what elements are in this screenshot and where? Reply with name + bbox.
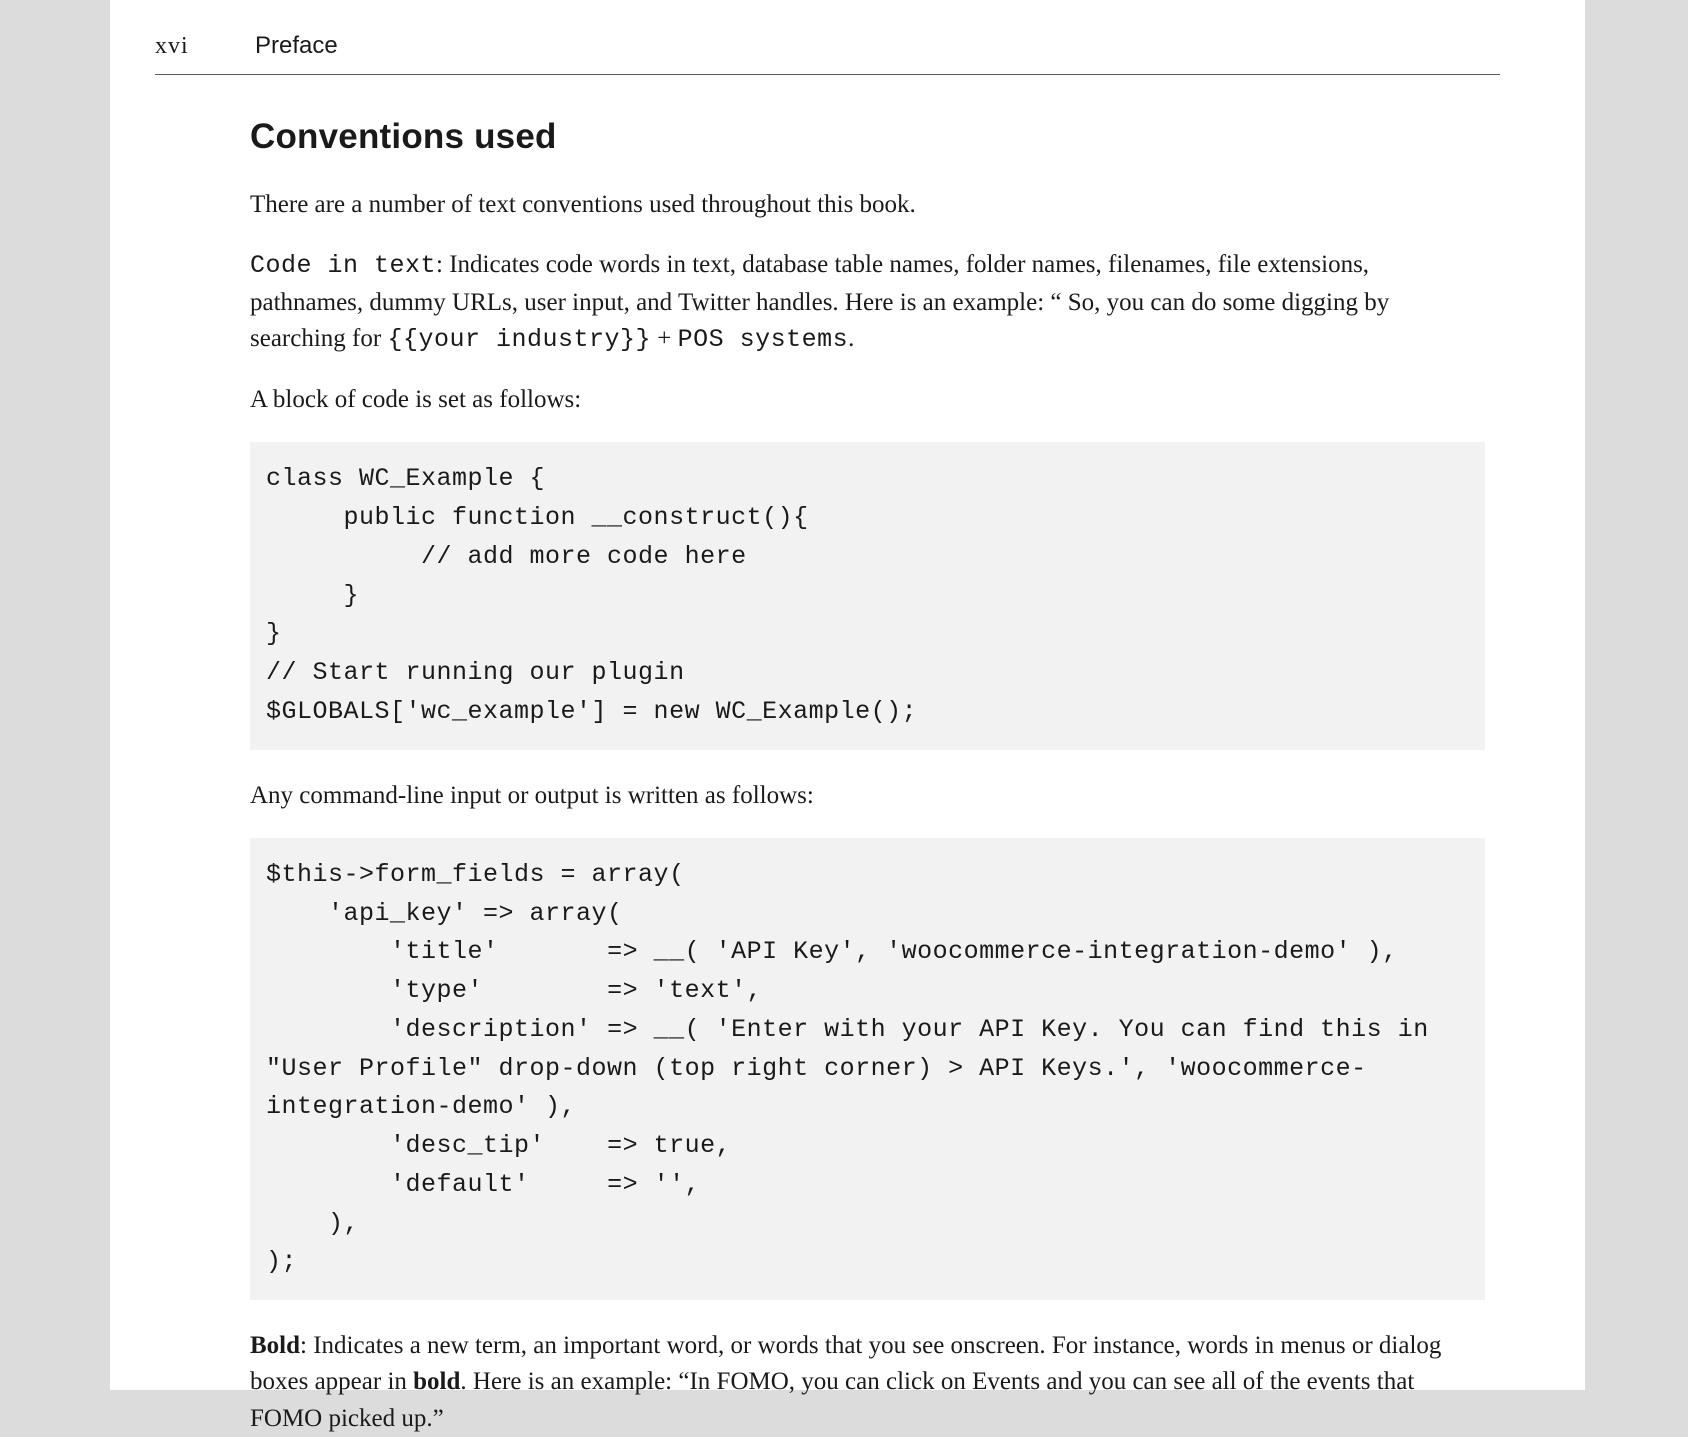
bold-label: Bold [250, 1332, 300, 1359]
code-in-text-label: Code in text [250, 251, 436, 280]
code-in-text-paragraph: Code in text: Indicates code words in te… [250, 247, 1485, 358]
inline-code-industry: {{your industry}} [387, 325, 651, 354]
page: xvi Preface Conventions used There are a… [110, 0, 1585, 1390]
block-intro: A block of code is set as follows: [250, 382, 1485, 418]
bold-paragraph: Bold: Indicates a new term, an important… [250, 1328, 1485, 1437]
bold-word: bold [413, 1368, 460, 1395]
intro-paragraph: There are a number of text conventions u… [250, 187, 1485, 223]
cli-intro: Any command-line input or output is writ… [250, 778, 1485, 814]
inline-code-pos: POS systems [678, 325, 849, 354]
section-label: Preface [255, 32, 338, 60]
code-in-text-desc-after: . [848, 325, 854, 352]
page-number: xvi [155, 33, 255, 60]
heading-conventions: Conventions used [250, 117, 1485, 157]
code-block-2: $this->form_fields = array( 'api_key' =>… [250, 838, 1485, 1300]
content: Conventions used There are a number of t… [110, 75, 1585, 1437]
code-block-1: class WC_Example { public function __con… [250, 442, 1485, 749]
plus-text: + [651, 325, 678, 352]
running-header: xvi Preface [155, 0, 1500, 75]
